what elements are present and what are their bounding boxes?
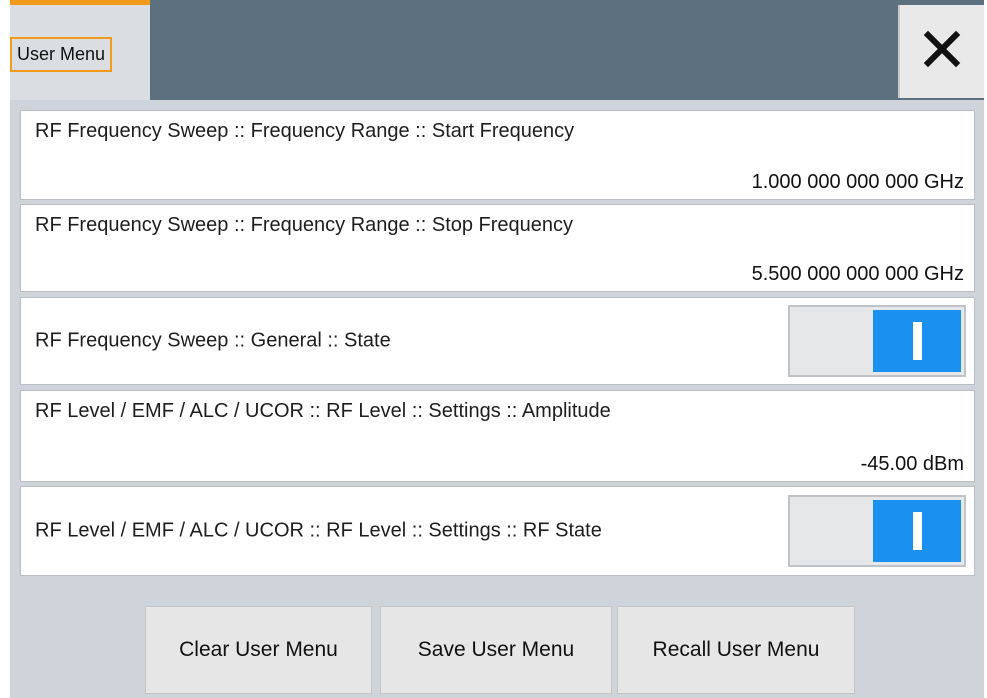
entry-label: RF Level / EMF / ALC / UCOR :: RF Level …	[35, 400, 611, 422]
entry-value[interactable]: 5.500 000 000 000 GHz	[752, 263, 964, 286]
entry-value[interactable]: -45.00 dBm	[861, 453, 964, 476]
entry-label: RF Frequency Sweep :: General :: State	[35, 329, 391, 352]
user-menu-list: RF Frequency Sweep :: Frequency Range ::…	[10, 100, 984, 698]
save-user-menu-button[interactable]: Save User Menu	[380, 606, 612, 694]
toggle-on-indicator-icon	[912, 322, 922, 360]
entry-label: RF Frequency Sweep :: Frequency Range ::…	[35, 214, 574, 236]
entry-value[interactable]: 1.000 000 000 000 GHz	[752, 171, 964, 194]
sweep-state-toggle[interactable]	[788, 305, 966, 377]
rf-state-toggle[interactable]	[788, 495, 966, 567]
close-button[interactable]	[898, 5, 984, 98]
clear-user-menu-button[interactable]: Clear User Menu	[145, 606, 372, 694]
close-icon[interactable]	[922, 29, 962, 74]
entry-sweep-state[interactable]: RF Frequency Sweep :: General :: State	[20, 297, 975, 385]
toggle-knob	[873, 310, 961, 372]
entry-label: RF Level / EMF / ALC / UCOR :: RF Level …	[35, 519, 602, 542]
entry-amplitude[interactable]: RF Level / EMF / ALC / UCOR :: RF Level …	[20, 390, 975, 482]
entry-rf-state[interactable]: RF Level / EMF / ALC / UCOR :: RF Level …	[20, 486, 975, 576]
tab-user-menu[interactable]: User Menu	[10, 0, 150, 100]
entry-start-frequency[interactable]: RF Frequency Sweep :: Frequency Range ::…	[20, 110, 975, 200]
recall-user-menu-button[interactable]: Recall User Menu	[617, 606, 855, 694]
title-bar: User Menu	[10, 0, 984, 100]
toggle-on-indicator-icon	[912, 512, 922, 550]
user-menu-dialog: User Menu RF Frequency Sweep :: Frequenc…	[0, 0, 987, 698]
entry-label: RF Frequency Sweep :: Frequency Range ::…	[35, 120, 575, 142]
toggle-knob	[873, 500, 961, 562]
tab-label: User Menu	[10, 37, 113, 72]
entry-stop-frequency[interactable]: RF Frequency Sweep :: Frequency Range ::…	[20, 204, 975, 292]
